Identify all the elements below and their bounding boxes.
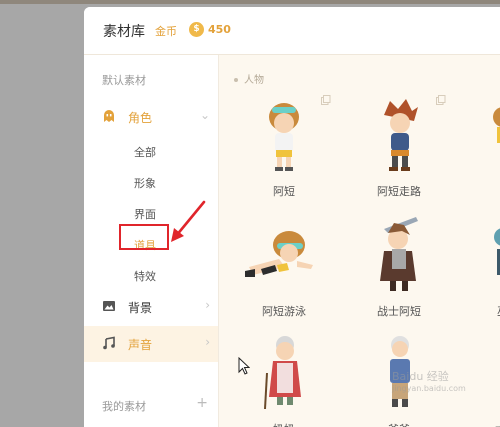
material-name: 奶奶: [229, 421, 339, 427]
character-illustration-partial: [493, 107, 500, 143]
material-name-partial: 太: [495, 421, 500, 427]
panel-header: 素材库 金币 $ 450: [84, 7, 500, 55]
highlight-box: [119, 224, 169, 250]
sidebar-item-label: 声音: [128, 338, 153, 352]
material-card-grandma[interactable]: 奶奶: [229, 333, 339, 427]
material-name: 阿短: [273, 185, 295, 198]
material-library-panel: 素材库 金币 $ 450 默认素材 角色 ⌄ 全部 形象 界面 道具 特效 背景…: [84, 7, 500, 427]
coin-value: 450: [208, 23, 231, 36]
material-card-ah-duan[interactable]: 阿短: [229, 95, 339, 205]
chevron-down-icon: ⌄: [199, 108, 210, 122]
material-card-ah-duan-swimming[interactable]: 阿短游泳: [229, 215, 339, 325]
ghost-icon: [104, 110, 114, 122]
chevron-right-icon: ›: [205, 298, 210, 312]
watermark-sub: jingyan.baidu.com: [392, 384, 466, 393]
chevron-right-icon: ›: [205, 335, 210, 349]
material-name: 爷爷: [344, 421, 454, 427]
add-material-icon[interactable]: +: [196, 395, 208, 411]
watermark-main: Baidu 经验: [392, 370, 449, 383]
sidebar-item-background[interactable]: 背景 ›: [84, 289, 218, 325]
material-card-ah-duan-walking[interactable]: 阿短走路: [344, 95, 454, 205]
coin-icon: $: [189, 22, 204, 37]
subitem-all[interactable]: 全部: [134, 144, 156, 160]
red-arrow-icon: [171, 200, 206, 242]
material-name: 战士阿短: [377, 305, 421, 318]
subitem-effects[interactable]: 特效: [134, 268, 156, 284]
character-illustration: [384, 99, 418, 171]
character-illustration: [245, 231, 313, 277]
material-name: 阿短游泳: [262, 305, 306, 318]
material-name: 阿短走路: [377, 185, 421, 198]
subitem-interface[interactable]: 界面: [134, 206, 156, 222]
sidebar-item-label: 背景: [128, 301, 153, 315]
image-icon: [103, 301, 115, 311]
coin-label: 金币: [155, 25, 177, 38]
material-card-warrior-ah-duan[interactable]: 战士阿短: [344, 215, 454, 325]
category-label: 人物: [234, 71, 264, 86]
top-strip: [0, 0, 500, 4]
character-illustration: [380, 217, 418, 291]
subitem-image[interactable]: 形象: [134, 175, 156, 191]
watermark: Baidu 经验 jingyan.baidu.com: [392, 368, 466, 393]
panel-title: 素材库: [103, 24, 145, 40]
character-illustration: [269, 103, 299, 171]
category-label-text: 人物: [244, 75, 264, 86]
character-illustration: [264, 336, 301, 410]
mouse-cursor-icon: [238, 357, 250, 375]
my-materials-heading: 我的素材: [102, 400, 146, 413]
music-note-icon: [103, 336, 115, 350]
sidebar-item-label: 角色: [128, 111, 153, 125]
default-materials-heading: 默认素材: [102, 74, 146, 87]
sidebar-item-sound[interactable]: 声音 ›: [84, 326, 218, 362]
character-illustration-partial: [494, 228, 500, 275]
sidebar-item-role[interactable]: 角色 ⌄: [84, 99, 218, 135]
